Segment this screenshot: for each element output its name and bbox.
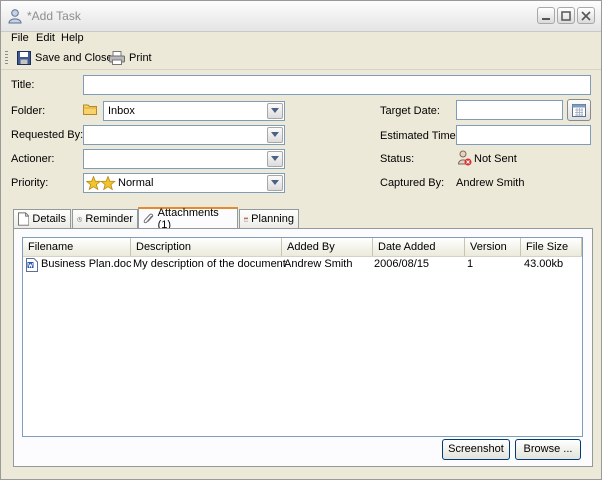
maximize-button[interactable]: [557, 7, 575, 24]
captured-by-label: Captured By:: [380, 177, 445, 189]
priority-value: Normal: [118, 177, 154, 189]
actioner-select[interactable]: [83, 149, 285, 169]
actioner-dropdown-button[interactable]: [267, 151, 283, 167]
browse-button[interactable]: Browse ...: [515, 439, 581, 460]
requested-by-select[interactable]: [83, 125, 285, 145]
actioner-label: Actioner:: [11, 153, 55, 165]
folder-icon: [83, 104, 97, 115]
add-task-window: *Add Task File Edit Help Save and Close: [0, 0, 602, 480]
estimated-time-input[interactable]: [456, 125, 591, 145]
status-value: Not Sent: [474, 153, 517, 165]
word-document-icon: [26, 258, 38, 272]
priority-label: Priority:: [11, 177, 49, 189]
status-label: Status:: [380, 153, 415, 165]
chevron-down-icon: [271, 156, 279, 161]
toolbar-grip[interactable]: [5, 51, 8, 65]
captured-by-value: Andrew Smith: [456, 177, 525, 189]
tab-reminder-label: Reminder: [85, 213, 133, 225]
chevron-down-icon: [271, 180, 279, 185]
window-title: *Add Task: [27, 9, 81, 23]
menu-bar: File Edit Help: [1, 32, 601, 46]
folder-dropdown-button[interactable]: [267, 103, 283, 119]
column-header-description[interactable]: Description: [131, 238, 282, 256]
attachments-list[interactable]: Filename Description Added By Date Added…: [22, 237, 583, 437]
save-and-close-button[interactable]: Save and Close: [17, 49, 113, 67]
column-header-file-size[interactable]: File Size: [521, 238, 582, 256]
tab-details-label: Details: [32, 213, 66, 225]
menu-edit[interactable]: Edit: [36, 32, 55, 44]
folder-value: Inbox: [108, 105, 135, 117]
target-date-input[interactable]: [456, 100, 563, 120]
print-label: Print: [129, 52, 152, 64]
folder-label: Folder:: [11, 105, 46, 117]
floppy-disk-icon: [17, 51, 31, 65]
two-stars-icon: [86, 176, 116, 191]
tab-planning[interactable]: Planning: [239, 209, 299, 228]
estimated-time-label: Estimated Time:: [380, 130, 459, 142]
tab-reminder[interactable]: Reminder: [72, 209, 138, 228]
folder-select[interactable]: Inbox: [103, 101, 285, 121]
title-label: Title:: [11, 79, 35, 91]
close-icon: [581, 11, 591, 21]
minimize-button[interactable]: [537, 7, 555, 24]
close-button[interactable]: [577, 7, 595, 24]
not-sent-status-icon: [458, 150, 472, 166]
cell-version: 1: [467, 258, 474, 270]
calendar-button[interactable]: [567, 99, 591, 121]
save-and-close-label: Save and Close: [35, 52, 113, 64]
minimize-icon: [542, 18, 550, 20]
column-header-version[interactable]: Version: [465, 238, 521, 256]
cell-date-added: 2006/08/15: [374, 258, 430, 270]
tab-planning-label: Planning: [251, 213, 294, 225]
screenshot-button[interactable]: Screenshot: [442, 439, 510, 460]
column-header-date-added[interactable]: Date Added: [373, 238, 465, 256]
column-header-added-by[interactable]: Added By: [282, 238, 373, 256]
calendar-icon: [572, 104, 586, 117]
column-header-filename[interactable]: Filename: [23, 238, 131, 256]
priority-select[interactable]: Normal: [83, 173, 285, 193]
clock-icon: [77, 216, 83, 222]
toolbar: Save and Close Print: [1, 47, 601, 70]
maximize-icon: [561, 11, 571, 21]
attachments-panel: Filename Description Added By Date Added…: [13, 228, 593, 467]
printer-icon: [109, 51, 125, 65]
tab-attachments[interactable]: Attachments (1): [138, 207, 238, 231]
cell-added-by: Andrew Smith: [284, 258, 353, 270]
chevron-down-icon: [271, 108, 279, 113]
requested-by-dropdown-button[interactable]: [267, 127, 283, 143]
target-date-label: Target Date:: [380, 105, 440, 117]
menu-help[interactable]: Help: [61, 32, 84, 44]
tab-details[interactable]: Details: [13, 209, 71, 228]
cell-filename: Business Plan.doc: [41, 258, 132, 270]
calendar-icon: [244, 217, 249, 222]
paperclip-icon: [143, 213, 154, 223]
page-icon: [18, 212, 30, 226]
cell-file-size: 43.00kb: [524, 258, 564, 270]
title-bar[interactable]: *Add Task: [1, 1, 601, 32]
title-input[interactable]: [83, 75, 591, 95]
requested-by-label: Requested By:: [11, 129, 84, 141]
user-icon: [8, 9, 22, 24]
chevron-down-icon: [271, 132, 279, 137]
table-row[interactable]: Business Plan.doc My description of the …: [23, 257, 582, 273]
priority-dropdown-button[interactable]: [267, 175, 283, 191]
print-button[interactable]: Print: [109, 49, 152, 67]
list-header: Filename Description Added By Date Added…: [23, 238, 582, 257]
cell-description: My description of the document: [133, 258, 286, 270]
menu-file[interactable]: File: [11, 32, 29, 44]
